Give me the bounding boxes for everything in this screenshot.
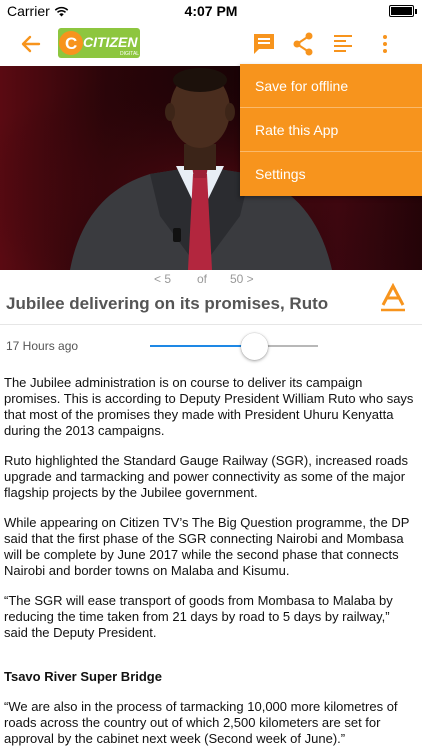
battery-cap <box>415 9 417 14</box>
font-size-icon[interactable] <box>378 283 408 313</box>
headline-divider <box>0 324 422 325</box>
status-time: 4:07 PM <box>184 3 238 19</box>
menu-item-rate-app[interactable]: Rate this App <box>240 108 422 152</box>
text-lines-icon[interactable] <box>330 31 356 57</box>
article-paragraph: The Jubilee administration is on course … <box>4 375 414 438</box>
article-paragraph: “We are also in the process of tarmackin… <box>4 699 398 746</box>
menu-item-save-offline[interactable]: Save for offline <box>240 64 422 108</box>
pager-next[interactable]: 50 > <box>230 272 254 286</box>
pager-of-label: of <box>197 272 208 286</box>
back-arrow-icon[interactable] <box>18 31 44 57</box>
article-paragraph: “The SGR will ease transport of goods fr… <box>4 593 393 640</box>
battery-icon <box>389 5 414 17</box>
app-toolbar: C CITIZEN DIGITAL <box>0 22 422 66</box>
overflow-menu: Save for offline Rate this App Settings <box>240 64 422 196</box>
article-paragraph: While appearing on Citizen TV’s The Big … <box>4 515 410 578</box>
more-vertical-icon[interactable] <box>372 31 398 57</box>
svg-text:CITIZEN: CITIZEN <box>83 34 138 50</box>
article-headline: Jubilee delivering on its promises, Ruto <box>6 294 329 313</box>
slider-fill <box>150 345 255 347</box>
article-body: The Jubilee administration is on course … <box>4 375 416 750</box>
citizen-logo[interactable]: C CITIZEN DIGITAL <box>56 26 142 60</box>
status-bar: Carrier 4:07 PM <box>0 0 422 22</box>
article-pager: < 5 of 50 > <box>0 272 422 288</box>
article-paragraph: Ruto highlighted the Standard Gauge Rail… <box>4 453 408 500</box>
comment-icon[interactable] <box>251 31 277 57</box>
share-icon[interactable] <box>290 31 316 57</box>
slider-thumb[interactable] <box>241 333 269 360</box>
menu-item-settings[interactable]: Settings <box>240 152 422 196</box>
svg-text:C: C <box>65 34 77 53</box>
article-subheading: Tsavo River Super Bridge <box>4 669 162 684</box>
svg-text:DIGITAL: DIGITAL <box>120 51 139 57</box>
article-time-ago: 17 Hours ago <box>6 339 79 353</box>
pager-prev[interactable]: < 5 <box>154 272 171 286</box>
font-size-slider[interactable] <box>150 330 318 360</box>
